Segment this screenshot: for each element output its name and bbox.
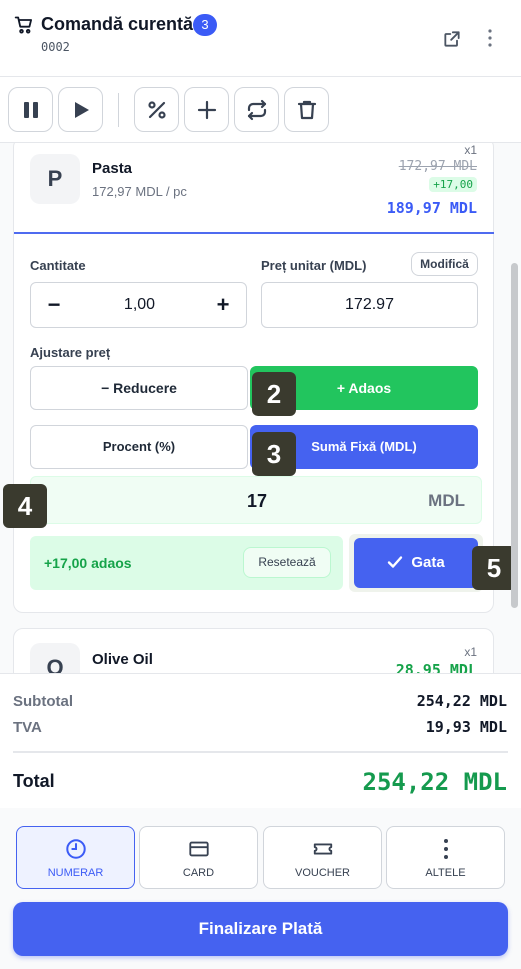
adjustment-amount-input[interactable]: 17 MDL [30,476,482,524]
adjustment-unit: MDL [428,491,465,510]
item-avatar: P [30,154,80,204]
totals-divider [13,751,508,753]
step-marker: 4 [3,484,47,528]
total-label: Total [13,771,55,791]
toolbar-divider [118,93,119,127]
item-count-badge: 3 [193,14,217,36]
payment-panel: NUMERAR CARD VOUCHER ALTELE Finalizare P… [0,808,521,969]
item-name: Pasta [92,160,133,177]
swap-icon [247,99,266,120]
list-scrollbar[interactable] [511,263,518,608]
totals-panel: Subtotal 254,22 MDL TVA 19,93 MDL Total … [0,673,521,808]
unit-price-input[interactable]: 172.97 [261,282,478,328]
percent-button[interactable] [134,87,179,132]
payment-method-other[interactable]: ALTELE [386,826,505,889]
price-adjust-label: Ajustare preț [30,345,111,360]
total-value: 254,22 MDL [362,768,508,796]
step-marker: 3 [252,432,296,476]
item-quantity: x1 [464,645,477,659]
order-number: 0002 [41,40,70,54]
surcharge-chip: +17,00 [429,177,477,192]
external-link-icon[interactable] [442,29,462,49]
card-icon [189,841,209,857]
payment-method-label: CARD [182,867,215,879]
subtotal-label: Subtotal [13,693,73,710]
editor-divider [14,232,494,234]
adjustment-summary: +17,00 adaos Resetează [30,536,343,590]
trash-icon [297,100,316,119]
clock-icon [66,839,86,859]
tax-label: TVA [13,719,42,736]
done-button-wrapper: Gata [349,534,483,592]
ticket-icon [313,843,333,855]
item-new-price: 189,97 MDL [386,199,477,217]
step-marker: 2 [252,372,296,416]
quantity-label: Cantitate [30,258,86,273]
payment-method-voucher[interactable]: VOUCHER [263,826,382,889]
subtotal-value: 254,22 MDL [416,692,507,710]
header: Comandă curentă 3 0002 [0,0,521,77]
check-icon [388,555,403,568]
adjustment-amount-value: 17 [246,491,268,511]
done-button-label: Gata [411,554,445,571]
payment-method-cash[interactable]: NUMERAR [16,826,135,889]
item-avatar: O [30,643,80,673]
edit-price-button[interactable]: Modifică [411,252,478,276]
payment-method-label: ALTELE [425,867,466,879]
decrement-button[interactable]: − [31,283,77,327]
quantity-stepper: − 1,00 + [30,282,247,328]
item-price: 28,95 MDL [395,661,477,673]
payment-method-card[interactable]: CARD [139,826,258,889]
payment-method-label: VOUCHER [294,867,350,879]
tax-value: 19,93 MDL [425,718,507,736]
pause-button[interactable] [8,87,53,132]
item-old-price: 172,97 MDL [398,159,477,174]
percent-toggle[interactable]: Procent (%) [30,425,248,469]
order-item-card[interactable]: O Olive Oil x1 28,95 MDL [13,628,494,673]
done-button[interactable]: Gata [354,538,478,588]
adjustment-summary-text: +17,00 adaos [44,555,132,571]
item-name: Olive Oil [92,651,153,668]
delete-button[interactable] [284,87,329,132]
quantity-value[interactable]: 1,00 [77,283,202,327]
more-vertical-icon[interactable] [480,27,500,49]
page-title: Comandă curentă [41,14,194,34]
play-button[interactable] [58,87,103,132]
item-quantity: x1 [464,143,477,157]
item-unit-price: 172,97 MDL / pc [92,184,187,199]
step-marker: 5 [472,546,516,590]
percent-icon [147,100,166,119]
unit-price-label: Preț unitar (MDL) [261,258,367,273]
reset-button[interactable]: Resetează [243,547,331,578]
more-vertical-icon [444,839,448,859]
finalize-payment-button[interactable]: Finalizare Plată [13,902,508,956]
order-items-list: P Pasta 172,97 MDL / pc x1 172,97 MDL +1… [0,143,521,673]
add-button[interactable] [184,87,229,132]
toolbar [0,77,521,143]
cart-icon [14,16,32,34]
pause-icon [23,101,38,118]
plus-icon [197,100,216,119]
play-icon [74,101,89,118]
increment-button[interactable]: + [200,283,246,327]
discount-toggle[interactable]: − Reducere [30,366,248,410]
payment-method-label: NUMERAR [47,867,104,879]
swap-button[interactable] [234,87,279,132]
